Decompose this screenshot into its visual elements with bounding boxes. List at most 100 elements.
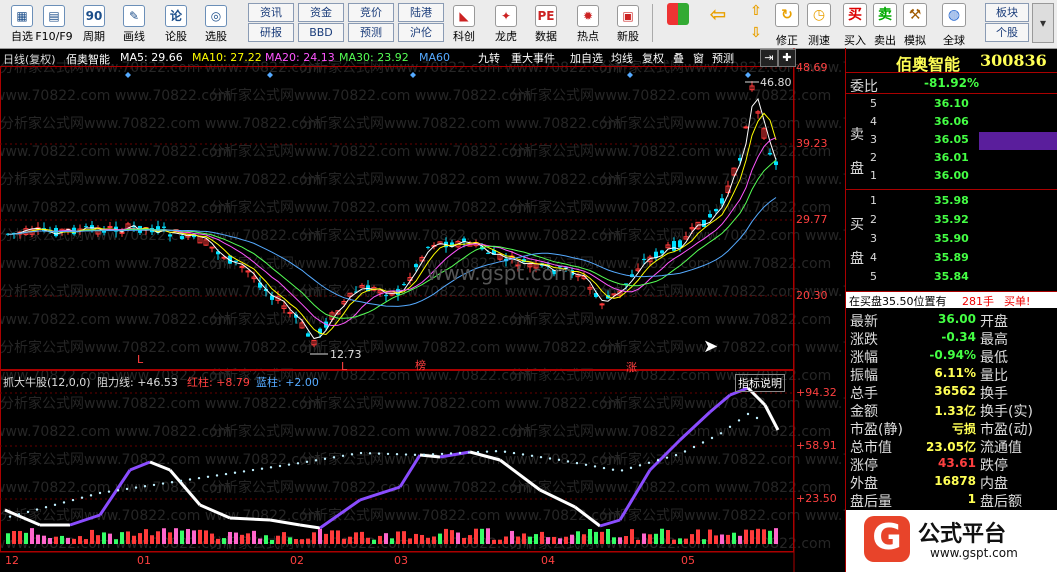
toolbar-button-3[interactable]: ✎ 画线 bbox=[114, 2, 154, 44]
resistance-dot bbox=[89, 494, 93, 497]
bid-row[interactable]: 5 35.84 bbox=[850, 269, 1054, 287]
chart-tab-1[interactable]: 重大事件 bbox=[511, 50, 555, 66]
toolbar-button-2[interactable]: 90 周期 bbox=[74, 2, 114, 44]
chart-tab-5[interactable]: 叠 bbox=[673, 50, 684, 66]
chart-tab-6[interactable]: 窗 bbox=[693, 50, 704, 66]
toolbar-button-label: 测速 bbox=[808, 34, 830, 47]
stat-value: 1.33亿 bbox=[934, 404, 976, 418]
toolbar-button-4[interactable]: 论论股 bbox=[156, 2, 196, 44]
bid-row[interactable]: 3 35.90 bbox=[850, 231, 1054, 249]
grid-button-4[interactable]: 研报 bbox=[248, 23, 294, 42]
toolbar-button-1[interactable]: ▤ F10/F9 bbox=[34, 2, 74, 44]
toolbar-button-mid-2[interactable]: PE 数据 bbox=[526, 2, 566, 44]
grid-button-5[interactable]: BBD bbox=[298, 23, 344, 42]
resistance-dot bbox=[71, 498, 75, 502]
pin-icon[interactable]: ✚ bbox=[778, 49, 796, 67]
histogram-bar bbox=[438, 533, 442, 544]
far-right-button-1[interactable]: 个股 bbox=[985, 23, 1029, 42]
resistance-dot bbox=[287, 463, 291, 466]
resistance-dot bbox=[323, 457, 327, 461]
quote-sidebar: 佰奥智能 300836 委比 -81.92% 卖盘 买盘 5 36.10 4 36.0… bbox=[845, 48, 1057, 572]
grid-button-1[interactable]: 资金 bbox=[298, 3, 344, 22]
histogram-bar bbox=[216, 538, 220, 544]
ask-row[interactable]: 4 36.06 bbox=[850, 114, 1054, 132]
chart-area[interactable]: 分析家公式网www.70822.com www.70822.com 分析家公式网w… bbox=[0, 48, 845, 572]
resistance-dot bbox=[512, 451, 516, 455]
grid-button-2[interactable]: 竞价 bbox=[348, 3, 394, 22]
stat-row: 市盈(静) 亏损 市盈(动) bbox=[850, 419, 1054, 438]
time-axis-label: 01 bbox=[137, 554, 151, 567]
back-button[interactable]: ⇦ bbox=[704, 3, 732, 43]
ask-row[interactable]: 3 36.05 bbox=[850, 132, 1054, 150]
resistance-dot bbox=[746, 412, 750, 416]
mouse-cursor-icon: ➤ bbox=[703, 336, 719, 357]
chart-tab-3[interactable]: 均线 bbox=[611, 50, 633, 66]
toolbar-button-mid-4[interactable]: ▣ 新股 bbox=[608, 2, 648, 44]
histogram-bar bbox=[396, 531, 400, 544]
chart-tab-2[interactable]: 加自选 bbox=[570, 50, 603, 66]
stat-right-label: 量比 bbox=[980, 368, 1008, 384]
histogram-bar bbox=[234, 532, 238, 544]
histogram-bar bbox=[6, 533, 10, 544]
chart-tab-0[interactable]: 九转 bbox=[478, 50, 500, 66]
toolbar-button-right-3[interactable]: 卖卖出 bbox=[871, 3, 899, 47]
toolbar-button-right-5[interactable]: ◍ 全球 bbox=[940, 3, 968, 47]
histogram-bar bbox=[612, 537, 616, 544]
indicator-axis-label: +94.32 bbox=[796, 386, 837, 399]
toolbar-button-mid-0[interactable]: ◣ 科创 bbox=[444, 2, 484, 44]
histogram-bar bbox=[750, 530, 754, 544]
grid-button-3[interactable]: 陆港 bbox=[398, 3, 444, 22]
layout-color-button[interactable] bbox=[664, 3, 692, 43]
watermark-text: 分析家公式网www.70822.com www.70822.com bbox=[210, 199, 531, 216]
stat-row: 盘后量 1 盘后额 bbox=[850, 491, 1054, 510]
resistance-dot bbox=[260, 467, 264, 470]
notice-action: 买单! bbox=[1004, 295, 1031, 308]
ask-row[interactable]: 2 36.01 bbox=[850, 150, 1054, 168]
toolbar-button-right-4[interactable]: ⚒ 模拟 bbox=[901, 3, 929, 47]
bid-row[interactable]: 2 35.92 bbox=[850, 212, 1054, 230]
histogram-bar bbox=[228, 531, 232, 544]
down-button[interactable]: ⇩ bbox=[742, 24, 770, 44]
toolbar-button-mid-3[interactable]: ✹ 热点 bbox=[568, 2, 608, 44]
grid-button-0[interactable]: 资讯 bbox=[248, 3, 294, 22]
ask-row[interactable]: 5 36.10 bbox=[850, 96, 1054, 114]
stat-right-label: 换手 bbox=[980, 386, 1008, 402]
bid-row[interactable]: 4 35.89 bbox=[850, 250, 1054, 268]
resistance-dot bbox=[296, 462, 300, 465]
resistance-dot bbox=[188, 478, 192, 481]
resistance-dot bbox=[683, 450, 687, 453]
far-right-button-0[interactable]: 板块 bbox=[985, 3, 1029, 22]
up-button[interactable]: ⇧ bbox=[742, 2, 770, 22]
watermark-text: 分析家公式网www.70822.com www.70822.com bbox=[600, 339, 845, 356]
resistance-dot bbox=[530, 454, 534, 457]
indicator-help-button[interactable]: 指标说明 bbox=[735, 374, 785, 392]
toolbar-button-right-2[interactable]: 买买入 bbox=[841, 3, 869, 47]
histogram-bar bbox=[312, 532, 316, 544]
toolbar-button-right-0[interactable]: ↻ 修正 bbox=[773, 3, 801, 47]
candle-body-up bbox=[239, 265, 245, 268]
resistance-dot bbox=[656, 459, 660, 462]
toolbar-button-right-1[interactable]: ◷ 测速 bbox=[805, 3, 833, 47]
ask-row[interactable]: 1 36.00 bbox=[850, 168, 1054, 186]
histogram-bar bbox=[684, 538, 688, 544]
bid-row[interactable]: 1 35.98 bbox=[850, 193, 1054, 211]
watermark-text: 分析家公式网www.70822.com www.70822.com bbox=[0, 143, 231, 160]
chart-tab-4[interactable]: 复权 bbox=[642, 50, 664, 66]
toolbar-more-icon[interactable]: ▾ bbox=[1032, 3, 1054, 43]
resistance-dot bbox=[125, 487, 129, 491]
grid-button-6[interactable]: 预测 bbox=[348, 23, 394, 42]
histogram-bar bbox=[186, 528, 190, 544]
histogram-bar bbox=[156, 531, 160, 544]
grid-button-7[interactable]: 沪伦 bbox=[398, 23, 444, 42]
histogram-bar bbox=[180, 530, 184, 544]
stat-row: 最新 36.00 开盘 bbox=[850, 311, 1054, 330]
candle-body-down bbox=[486, 252, 490, 254]
stat-value: 6.11% bbox=[934, 366, 976, 380]
chart-canvas[interactable]: 分析家公式网www.70822.com www.70822.com 分析家公式网w… bbox=[0, 48, 845, 572]
chart-tab-7[interactable]: 预测 bbox=[712, 50, 734, 66]
resistance-dot bbox=[557, 458, 561, 462]
logo-title: 公式平台 bbox=[918, 522, 1007, 547]
expand-arrow-icon[interactable]: ⇥ bbox=[760, 49, 778, 67]
toolbar-button-5[interactable]: ◎ 选股 bbox=[196, 2, 236, 44]
toolbar-button-mid-1[interactable]: ✦ 龙虎 bbox=[486, 2, 526, 44]
